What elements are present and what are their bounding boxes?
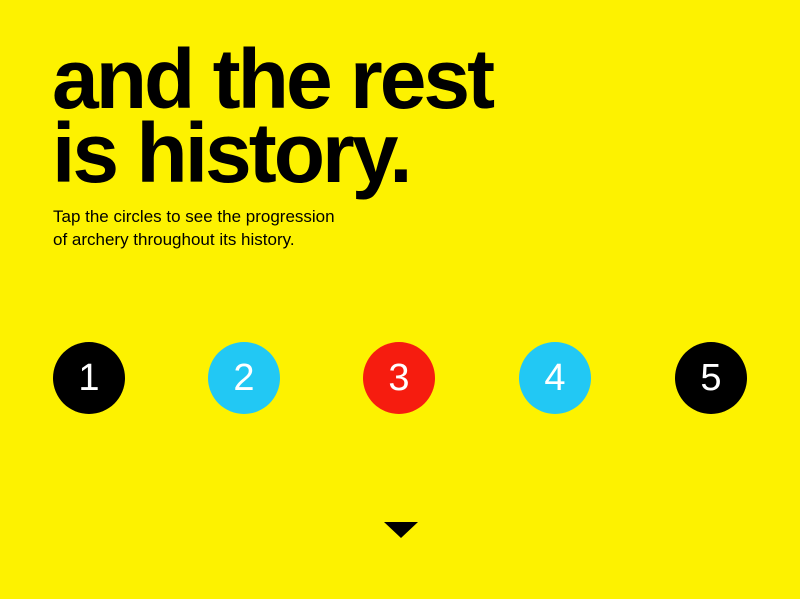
timeline-circles: 1 2 3 4 5 [0,0,800,599]
timeline-circle-1[interactable]: 1 [53,342,125,414]
timeline-circle-5[interactable]: 5 [675,342,747,414]
timeline-circle-3[interactable]: 3 [363,342,435,414]
timeline-circle-2[interactable]: 2 [208,342,280,414]
timeline-circle-4[interactable]: 4 [519,342,591,414]
down-triangle-icon[interactable] [384,522,418,538]
